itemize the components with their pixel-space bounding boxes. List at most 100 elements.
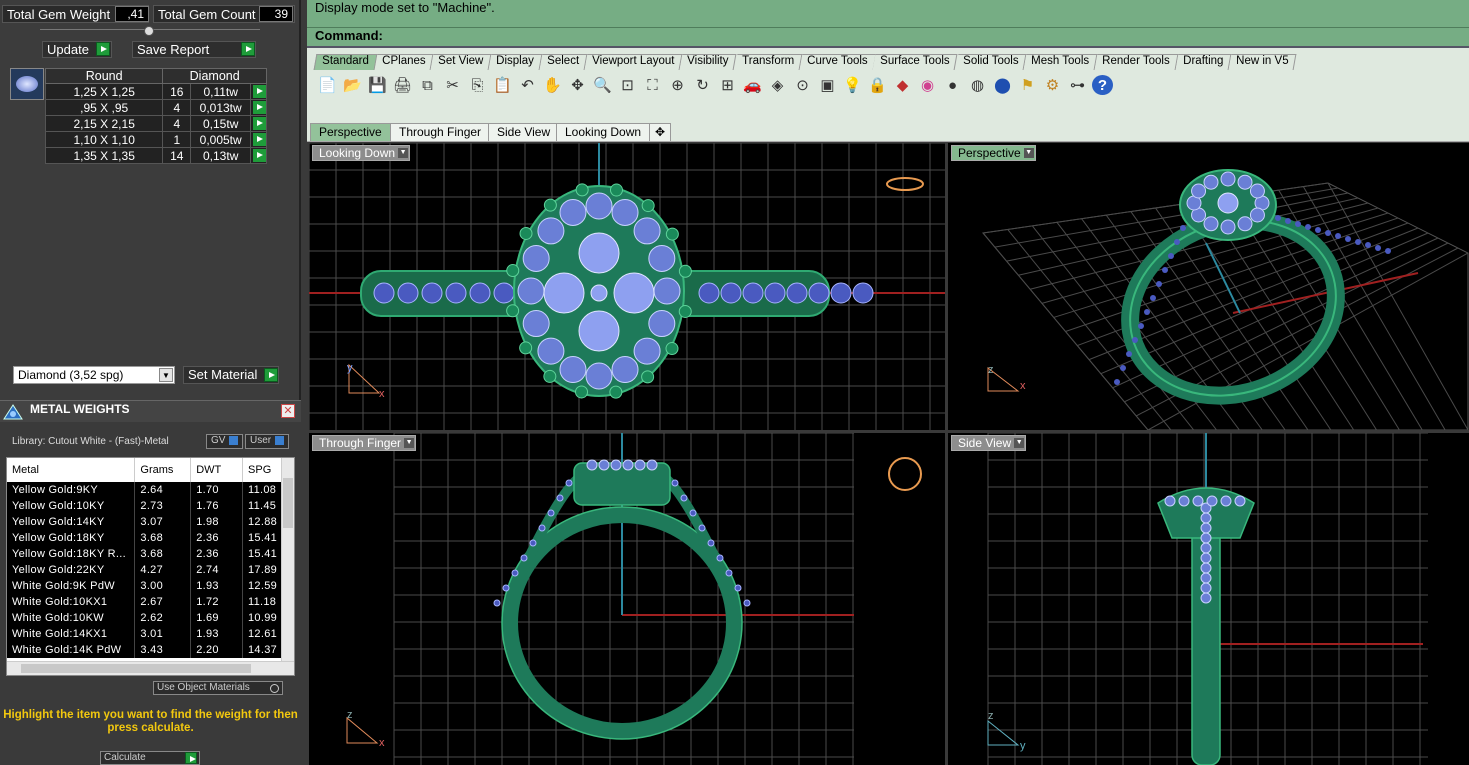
help-icon[interactable]: ? <box>1092 75 1113 95</box>
vertical-scrollbar[interactable] <box>281 458 294 663</box>
toolbar-tab-mesh-tools[interactable]: Mesh Tools <box>1023 54 1098 70</box>
metal-table-container[interactable]: Metal Grams DWT SPG Yellow Gold:9KY 2.64 1… <box>6 457 295 676</box>
material-select[interactable]: Diamond (3,52 spg) ▼ <box>13 366 175 384</box>
splitter-knob[interactable] <box>144 26 154 36</box>
gv-toggle[interactable]: GV <box>206 434 244 449</box>
use-object-materials-option[interactable]: Use Object Materials <box>153 681 283 695</box>
add-tab-icon[interactable]: ✥ <box>649 123 672 141</box>
chevron-down-icon[interactable]: ▼ <box>398 148 409 158</box>
toolbar-tab-render-tools[interactable]: Render Tools <box>1094 54 1178 70</box>
tab-looking-down[interactable]: Looking Down <box>556 123 651 141</box>
material-icon[interactable]: ◆ <box>892 75 913 95</box>
toolbar-tab-cplanes[interactable]: CPlanes <box>374 54 434 70</box>
metal-row[interactable]: Yellow Gold:9KY 2.64 1.70 11.08 <box>7 482 283 498</box>
gem-row-play-icon[interactable] <box>250 115 267 132</box>
metal-row[interactable]: Yellow Gold:18KY R... 3.68 2.36 15.41 <box>7 546 283 562</box>
glossy-sphere-icon[interactable]: ⬤ <box>992 75 1013 95</box>
pan-hand-icon[interactable]: ✋ <box>542 75 563 95</box>
chevron-down-icon[interactable]: ▼ <box>404 438 415 448</box>
command-line[interactable]: Command: <box>307 28 1469 48</box>
viewport-grid-icon[interactable]: ⊞ <box>717 75 738 95</box>
viewport-label-perspective[interactable]: Perspective ▼ <box>951 145 1036 161</box>
toolbar-tab-new-in-v5[interactable]: New in V5 <box>1228 54 1297 70</box>
paste-icon[interactable]: 📋 <box>492 75 513 95</box>
properties-icon[interactable]: ▣ <box>817 75 838 95</box>
chevron-down-icon[interactable]: ▼ <box>159 368 173 382</box>
metal-row[interactable]: Yellow Gold:18KY 3.68 2.36 15.41 <box>7 530 283 546</box>
close-icon[interactable]: ✕ <box>281 404 295 418</box>
dwt-header[interactable]: DWT <box>190 458 244 482</box>
metal-row[interactable]: Yellow Gold:22KY 4.27 2.74 17.89 <box>7 562 283 578</box>
gem-row[interactable]: 2,15 X 2,15 4 0,15tw <box>44 115 267 132</box>
spg-header[interactable]: SPG <box>242 458 283 482</box>
chevron-down-icon[interactable]: ▼ <box>1014 438 1025 448</box>
grams-header[interactable]: Grams <box>134 458 192 482</box>
color-wheel-icon[interactable]: ◉ <box>917 75 938 95</box>
network-icon[interactable]: ⊶ <box>1067 75 1088 95</box>
tools-icon[interactable]: ⚑ <box>1017 75 1038 95</box>
metal-row[interactable]: White Gold:14K PdW 3.43 2.20 14.37 <box>7 642 283 658</box>
gem-row-play-icon[interactable] <box>250 83 267 100</box>
toolbar-tab-display[interactable]: Display <box>488 54 543 70</box>
gem-row[interactable]: ,95 X ,95 4 0,013tw <box>44 99 267 116</box>
gem-row-play-icon[interactable] <box>250 99 267 116</box>
import-icon[interactable]: ⧉ <box>417 75 438 95</box>
shaded-sphere-icon[interactable]: ● <box>942 75 963 95</box>
tab-through-finger[interactable]: Through Finger <box>390 123 491 141</box>
gem-row[interactable]: 1,35 X 1,35 14 0,13tw <box>44 147 267 164</box>
toolbar-tab-drafting[interactable]: Drafting <box>1175 54 1232 70</box>
toolbar-tab-visibility[interactable]: Visibility <box>679 54 738 70</box>
gem-row-play-icon[interactable] <box>250 147 267 164</box>
layer-icon[interactable]: ◈ <box>767 75 788 95</box>
save-report-button[interactable]: Save Report <box>132 41 256 58</box>
metal-row[interactable]: White Gold:9K PdW 3.00 1.93 12.59 <box>7 578 283 594</box>
car-icon[interactable]: 🚗 <box>742 75 763 95</box>
calculate-play-icon[interactable] <box>185 752 197 764</box>
viewport-label-looking-down[interactable]: Looking Down ▼ <box>312 145 411 161</box>
horizontal-scrollbar[interactable] <box>7 661 294 675</box>
toolbar-tab-select[interactable]: Select <box>539 54 588 70</box>
settings-gear-icon[interactable]: ⚙ <box>1042 75 1063 95</box>
gem-row[interactable]: 1,10 X 1,10 1 0,005tw <box>44 131 267 148</box>
save-icon[interactable]: 💾 <box>367 75 388 95</box>
toolbar-tab-curve-tools[interactable]: Curve Tools <box>799 54 876 70</box>
new-icon[interactable]: 📄 <box>317 75 338 95</box>
viewport-through-finger[interactable]: z x Through Finger ▼ <box>309 433 945 765</box>
toolbar-tab-standard[interactable]: Standard <box>313 54 378 70</box>
tab-perspective[interactable]: Perspective <box>310 123 391 141</box>
save-report-play-icon[interactable] <box>241 42 255 56</box>
metal-header[interactable]: Metal <box>7 458 136 482</box>
metal-row[interactable]: White Gold:10KX1 2.67 1.72 11.18 <box>7 594 283 610</box>
viewport-label-through-finger[interactable]: Through Finger ▼ <box>312 435 417 451</box>
zoom-selected-icon[interactable]: ⊕ <box>667 75 688 95</box>
toolbar-tab-viewport-layout[interactable]: Viewport Layout <box>584 54 683 70</box>
move-icon[interactable]: ✥ <box>567 75 588 95</box>
gem-row-play-icon[interactable] <box>250 131 267 148</box>
user-toggle[interactable]: User <box>245 434 290 449</box>
lock-icon[interactable]: 🔒 <box>867 75 888 95</box>
zoom-icon[interactable]: 🔍 <box>592 75 613 95</box>
set-material-play-icon[interactable] <box>264 368 278 382</box>
light-icon[interactable]: 💡 <box>842 75 863 95</box>
zoom-window-icon[interactable]: ⊡ <box>617 75 638 95</box>
toolbar-tab-transform[interactable]: Transform <box>734 54 803 70</box>
undo-icon[interactable]: ↶ <box>517 75 538 95</box>
toolbar-tab-solid-tools[interactable]: Solid Tools <box>955 54 1027 70</box>
chevron-down-icon[interactable]: ▼ <box>1023 148 1034 158</box>
osnap-icon[interactable]: ⊙ <box>792 75 813 95</box>
radio-icon[interactable] <box>270 684 279 693</box>
viewport-side-view[interactable]: z y Side View ▼ <box>948 433 1469 765</box>
copy-icon[interactable]: ⎘ <box>467 75 488 95</box>
viewport-looking-down[interactable]: y x Looking Down ▼ <box>309 143 945 430</box>
open-icon[interactable]: 📂 <box>342 75 363 95</box>
rotate-view-icon[interactable]: ↻ <box>692 75 713 95</box>
toolbar-tab-set-view[interactable]: Set View <box>430 54 492 70</box>
print-icon[interactable]: 🖨 <box>392 75 413 95</box>
toolbar-tab-surface-tools[interactable]: Surface Tools <box>872 54 959 70</box>
metal-row[interactable]: White Gold:14KX1 3.01 1.93 12.61 <box>7 626 283 642</box>
rendered-sphere-icon[interactable]: ◍ <box>967 75 988 95</box>
metal-row[interactable]: Yellow Gold:14KY 3.07 1.98 12.88 <box>7 514 283 530</box>
metal-row[interactable]: Yellow Gold:10KY 2.73 1.76 11.45 <box>7 498 283 514</box>
tab-side-view[interactable]: Side View <box>488 123 560 141</box>
viewport-label-side-view[interactable]: Side View ▼ <box>951 435 1027 451</box>
